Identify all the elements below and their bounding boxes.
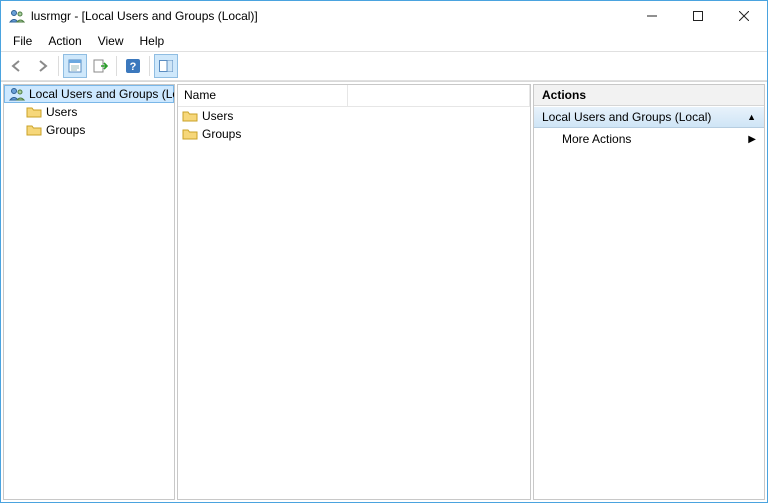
folder-icon (182, 108, 198, 124)
action-more-actions[interactable]: More Actions ▶ (534, 128, 764, 150)
list-header[interactable]: Name (178, 85, 530, 107)
properties-button[interactable] (63, 54, 87, 78)
menu-help[interactable]: Help (132, 33, 173, 49)
tree-root-node[interactable]: Local Users and Groups (Local) (4, 85, 174, 103)
toolbar-divider (58, 56, 59, 76)
actions-section[interactable]: Local Users and Groups (Local) ▲ (534, 106, 764, 128)
export-list-button[interactable] (88, 54, 112, 78)
toolbar: ? (1, 52, 767, 80)
content-area: Local Users and Groups (Local) Users Gro… (1, 81, 767, 502)
column-header-blank[interactable] (348, 85, 530, 106)
tree-node-groups[interactable]: Groups (4, 121, 174, 139)
svg-text:?: ? (130, 61, 137, 73)
show-hide-action-pane-button[interactable] (154, 54, 178, 78)
menubar: File Action View Help (1, 31, 767, 51)
list-pane[interactable]: Name Users Groups (177, 84, 531, 500)
maximize-button[interactable] (675, 1, 721, 31)
close-button[interactable] (721, 1, 767, 31)
help-button[interactable]: ? (121, 54, 145, 78)
folder-icon (182, 126, 198, 142)
app-icon (9, 8, 25, 24)
folder-icon (26, 104, 42, 120)
titlebar: lusrmgr - [Local Users and Groups (Local… (1, 1, 767, 31)
toolbar-divider (149, 56, 150, 76)
action-label: More Actions (562, 132, 631, 146)
list-row-users[interactable]: Users (178, 107, 530, 125)
collapse-icon: ▲ (747, 112, 756, 122)
minimize-button[interactable] (629, 1, 675, 31)
menu-view[interactable]: View (90, 33, 132, 49)
toolbar-divider (116, 56, 117, 76)
list-cell-name: Users (202, 109, 233, 123)
actions-header: Actions (534, 85, 764, 106)
submenu-arrow-icon: ▶ (748, 134, 756, 145)
list-cell-name: Groups (202, 127, 241, 141)
tree-node-users[interactable]: Users (4, 103, 174, 121)
tree-node-label: Users (46, 105, 77, 119)
window-controls (629, 1, 767, 31)
list-body[interactable]: Users Groups (178, 107, 530, 499)
tree-pane[interactable]: Local Users and Groups (Local) Users Gro… (3, 84, 175, 500)
users-groups-icon (9, 86, 25, 102)
actions-pane: Actions Local Users and Groups (Local) ▲… (533, 84, 765, 500)
menu-file[interactable]: File (5, 33, 40, 49)
menu-action[interactable]: Action (40, 33, 89, 49)
tree-root-label: Local Users and Groups (Local) (29, 87, 175, 101)
tree-node-label: Groups (46, 123, 85, 137)
column-header-name[interactable]: Name (178, 85, 348, 106)
list-row-groups[interactable]: Groups (178, 125, 530, 143)
nav-back-button[interactable] (5, 54, 29, 78)
actions-section-label: Local Users and Groups (Local) (542, 110, 711, 124)
folder-icon (26, 122, 42, 138)
nav-forward-button[interactable] (30, 54, 54, 78)
window-title: lusrmgr - [Local Users and Groups (Local… (31, 9, 258, 23)
